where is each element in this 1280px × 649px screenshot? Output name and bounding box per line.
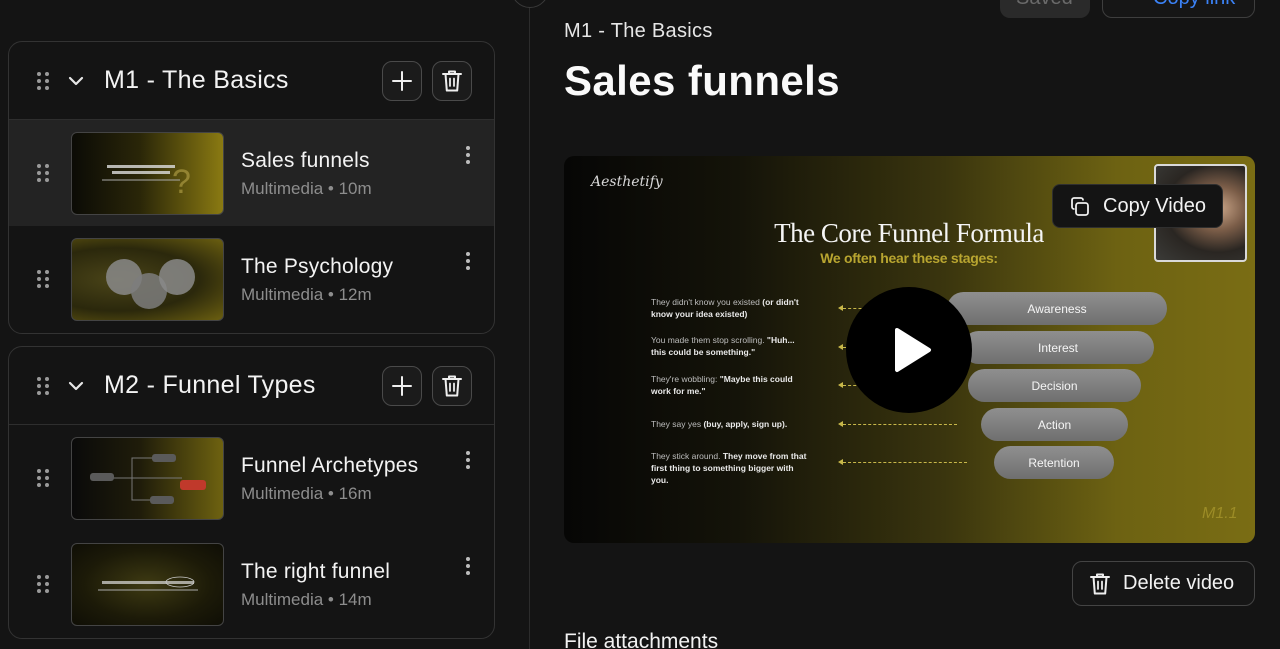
lesson-title: The Psychology [241,255,394,278]
play-button[interactable] [846,287,972,413]
add-lesson-button[interactable] [382,61,422,101]
stage-pill: Action [981,408,1128,441]
video-player[interactable]: Aesthetify The Core Funnel Formula We of… [564,156,1255,543]
lesson-item[interactable]: The Psychology Multimedia • 12m [9,226,494,332]
stage-description: You made them stop scrolling. "Huh... th… [651,335,795,357]
video-brand-logo: Aesthetify [591,174,663,190]
delete-video-label: Delete video [1123,572,1235,594]
stage-pill: Decision [968,369,1141,402]
lesson-meta: Multimedia • 12m [241,285,372,304]
module-card: M1 - The Basics ? Sales funnels Multimed… [8,41,495,334]
delete-module-button[interactable] [432,366,472,406]
plus-icon [392,376,412,396]
page-title: Sales funnels [564,57,840,104]
add-lesson-button[interactable] [382,366,422,406]
video-lesson-tag: M1.1 [1202,505,1238,522]
sidebar-collapse-button[interactable] [511,0,549,8]
module-title: M2 - Funnel Types [104,371,316,399]
lesson-thumbnail [71,437,224,520]
drag-handle-icon[interactable] [37,377,49,395]
trash-icon [442,375,462,397]
stage-description: They say yes (buy, apply, sign up). [651,419,788,429]
chevron-down-icon[interactable] [67,377,85,395]
play-icon [895,328,931,372]
breadcrumb: M1 - The Basics [564,20,713,42]
attachments-heading: File attachments [564,630,719,649]
kebab-icon[interactable] [465,451,471,469]
drag-handle-icon[interactable] [37,164,49,182]
lesson-title: Funnel Archetypes [241,454,419,477]
svg-text:?: ? [172,163,191,201]
drag-handle-icon[interactable] [37,469,49,487]
lesson-title: The right funnel [241,560,391,583]
lesson-item[interactable]: ? Sales funnels Multimedia • 10m [9,120,494,226]
lesson-title: Sales funnels [241,149,370,172]
dashed-connector [843,424,957,425]
course-sidebar: M1 - The Basics ? Sales funnels Multimed… [0,0,549,649]
stage-pill: Retention [994,446,1114,479]
dashed-connector [843,462,967,463]
module-header: M2 - Funnel Types [9,347,494,425]
copy-link-label: Copy link [1153,0,1235,10]
copy-link-button[interactable]: Copy link [1102,0,1255,18]
drag-handle-icon[interactable] [37,270,49,288]
module-card: M2 - Funnel Types Funnel Archetypes Mult… [8,346,495,639]
kebab-icon[interactable] [465,557,471,575]
trash-icon [442,70,462,92]
stage-description: They stick around. They move from that f… [651,451,807,485]
chevron-down-icon[interactable] [67,72,85,90]
drag-handle-icon[interactable] [37,72,49,90]
lesson-meta: Multimedia • 14m [241,590,372,609]
stage-description: They're wobbling: "Maybe this could work… [651,374,793,396]
lesson-thumbnail [71,543,224,626]
module-title: M1 - The Basics [104,66,289,94]
trash-icon [1090,573,1110,595]
stage-pill: Awareness [947,292,1167,325]
copy-video-label: Copy Video [1103,194,1207,217]
delete-video-button[interactable]: Delete video [1072,561,1255,606]
lesson-item[interactable]: The right funnel Multimedia • 14m [9,531,494,637]
copy-video-button[interactable]: Copy Video [1052,184,1224,228]
drag-handle-icon[interactable] [37,575,49,593]
kebab-icon[interactable] [465,146,471,164]
module-header: M1 - The Basics [9,42,494,120]
delete-module-button[interactable] [432,61,472,101]
lesson-meta: Multimedia • 10m [241,179,372,198]
stage-pill: Interest [962,331,1154,364]
copy-icon [1071,197,1089,216]
saved-button[interactable]: Saved [1000,0,1090,18]
lesson-thumbnail [71,238,224,321]
kebab-icon[interactable] [465,252,471,270]
lesson-meta: Multimedia • 16m [241,484,372,503]
stage-description: They didn't know you existed (or didn't … [651,297,799,319]
lesson-thumbnail: ? [71,132,224,215]
plus-icon [392,71,412,91]
video-slide-subheading: We often hear these stages: [820,250,998,266]
lesson-item[interactable]: Funnel Archetypes Multimedia • 16m [9,425,494,531]
